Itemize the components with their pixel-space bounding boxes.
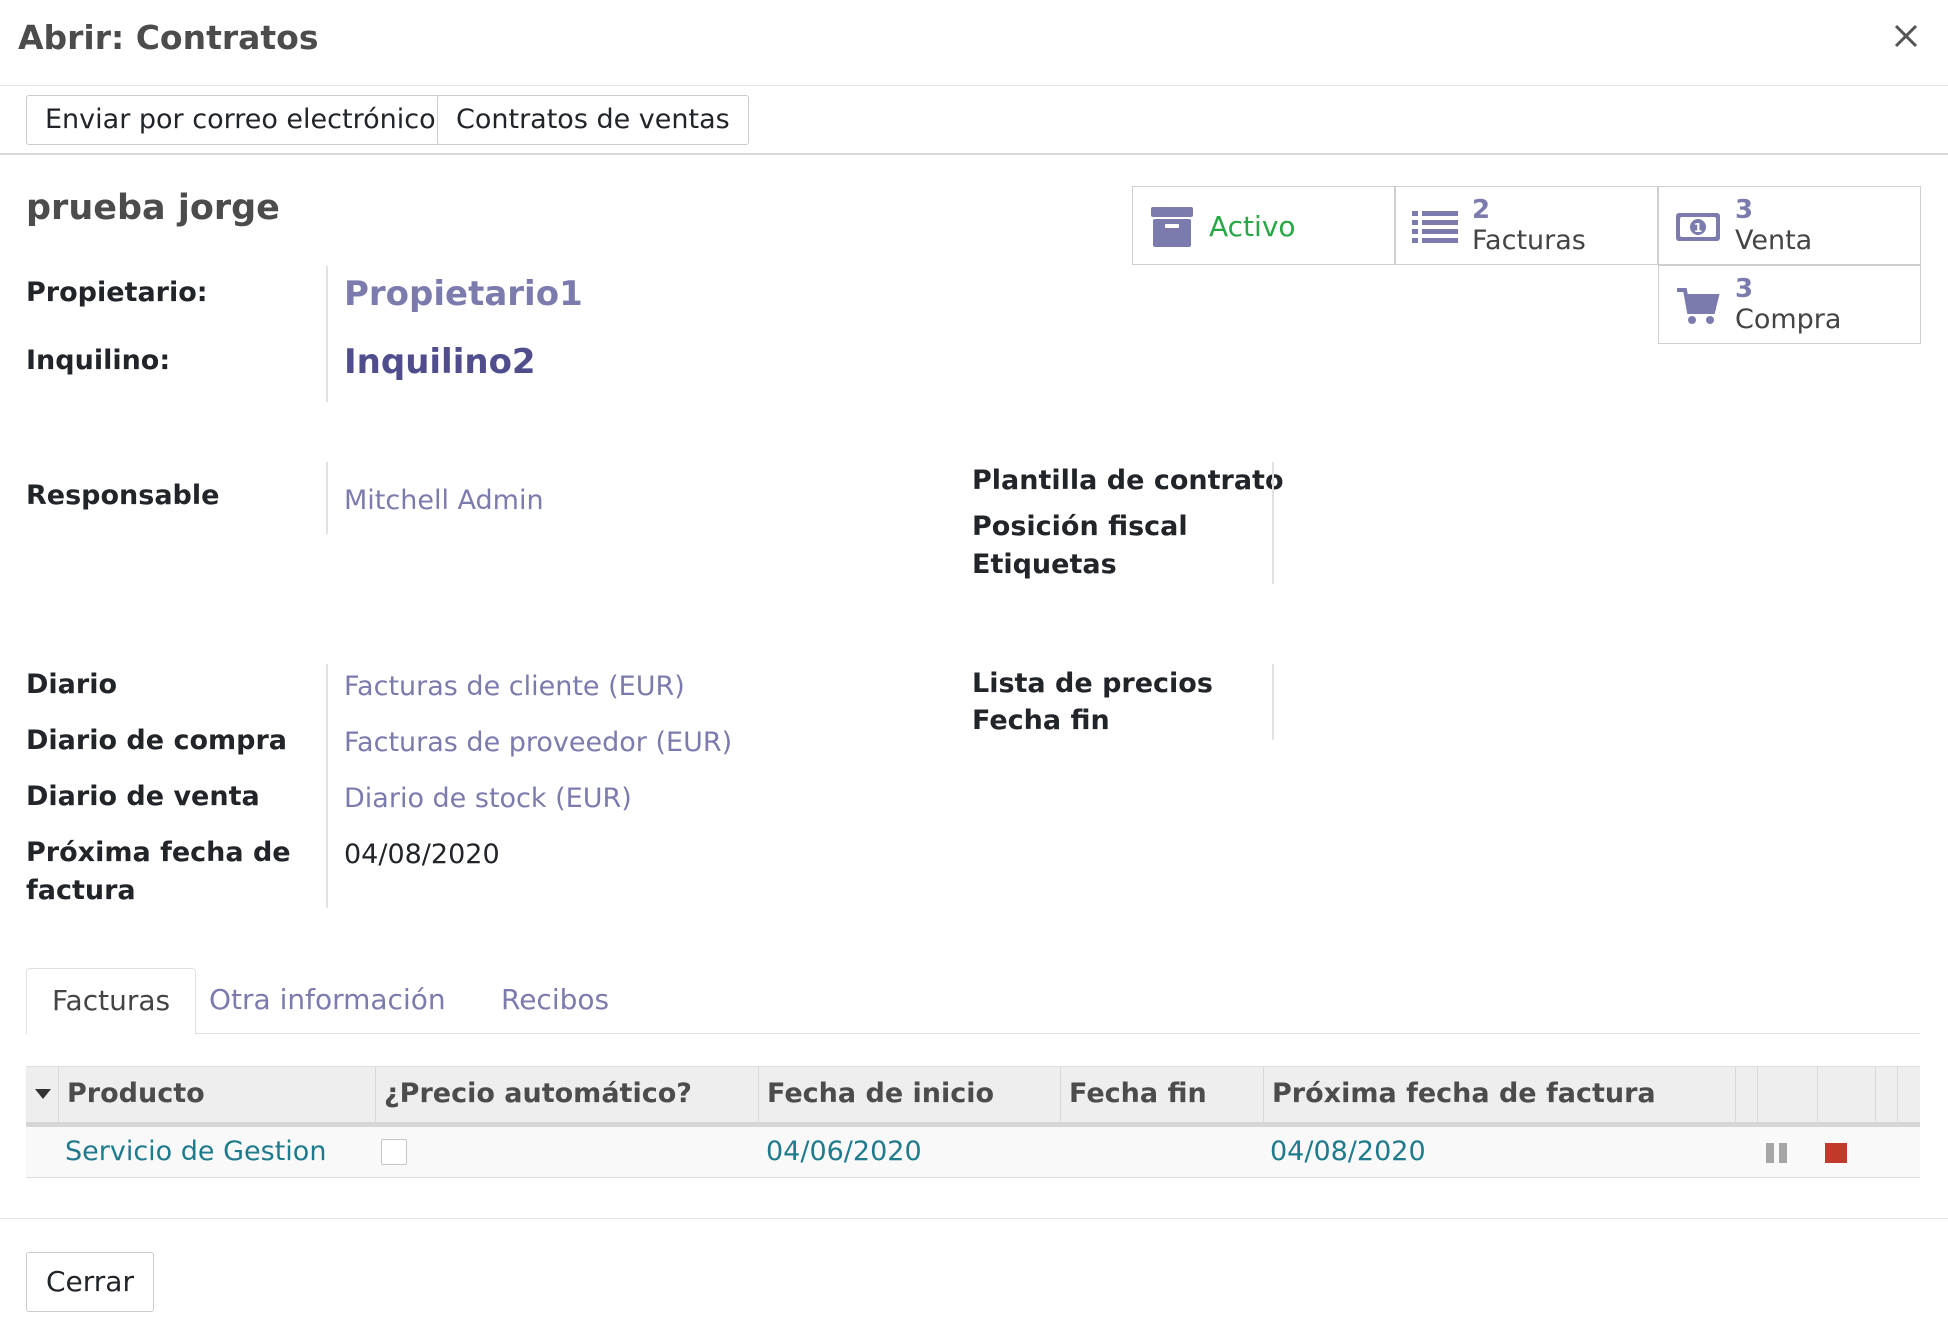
shopping-cart-icon xyxy=(1677,288,1720,324)
next-invoice-date-label: Próxima fecha de factura xyxy=(26,834,291,910)
row-product[interactable]: Servicio de Gestion xyxy=(65,1127,326,1178)
close-icon[interactable] xyxy=(1886,16,1926,56)
dialog-title: Abrir: Contratos xyxy=(18,18,319,57)
field-divider xyxy=(326,664,328,908)
auto-price-checkbox[interactable] xyxy=(381,1139,407,1165)
list-icon xyxy=(1412,211,1458,243)
column-header-producto[interactable]: Producto xyxy=(58,1067,405,1123)
sale-contracts-button[interactable]: Contratos de ventas xyxy=(437,95,749,145)
close-button[interactable]: Cerrar xyxy=(26,1252,154,1312)
tab-facturas[interactable]: Facturas xyxy=(26,968,197,1035)
owner-label: Propietario: xyxy=(26,277,208,308)
row-start-date: 04/06/2020 xyxy=(766,1136,922,1167)
next-invoice-date-label-line1: Próxima fecha de xyxy=(26,837,291,868)
sale-journal-link[interactable]: Diario de stock (EUR) xyxy=(344,780,632,818)
journal-label: Diario xyxy=(26,669,118,700)
sale-count: 3 xyxy=(1735,195,1754,225)
end-date-label: Fecha fin xyxy=(972,705,1110,736)
status-bar: Enviar por correo electrónico Contratos … xyxy=(0,86,1948,155)
field-divider xyxy=(1272,664,1274,740)
notebook-tabs: Facturas Otra información Recibos xyxy=(26,968,1920,1035)
column-header-fecha-inicio[interactable]: Fecha de inicio xyxy=(758,1067,1060,1123)
tenant-label: Inquilino: xyxy=(26,345,171,376)
next-invoice-date-label-line2: factura xyxy=(26,875,136,906)
tags-label: Etiquetas xyxy=(972,549,1117,580)
column-header-stop xyxy=(1817,1067,1875,1123)
dialog-header: Abrir: Contratos xyxy=(0,0,1948,86)
column-header-extra xyxy=(1875,1067,1897,1123)
sale-smart-button[interactable]: 1 3 Venta xyxy=(1658,186,1921,265)
pause-icon[interactable] xyxy=(1764,1141,1790,1165)
column-header-spacer xyxy=(1735,1067,1757,1123)
purchase-journal-label: Diario de compra xyxy=(26,725,287,756)
column-header-precio-automatico[interactable]: ¿Precio automático? xyxy=(375,1067,758,1123)
money-icon: 1 xyxy=(1676,213,1720,241)
column-header-fecha-fin[interactable]: Fecha fin xyxy=(1060,1067,1263,1123)
archive-icon xyxy=(1151,207,1193,247)
tab-recibos[interactable]: Recibos xyxy=(476,968,634,1034)
caret-down-icon[interactable] xyxy=(34,1087,52,1101)
sale-label: Venta xyxy=(1735,225,1813,256)
purchase-count: 3 xyxy=(1735,274,1754,304)
smart-button-box: Activo 2 Facturas 1 3 Venta 3 Compra xyxy=(1132,186,1921,344)
column-header-proxima-fecha[interactable]: Próxima fecha de factura xyxy=(1263,1067,1735,1123)
column-header-trash xyxy=(1897,1067,1920,1123)
purchase-smart-button[interactable]: 3 Compra xyxy=(1658,265,1921,344)
purchase-label: Compra xyxy=(1735,304,1842,335)
stop-icon[interactable] xyxy=(1824,1141,1848,1165)
field-divider xyxy=(326,266,328,402)
owner-link[interactable]: Propietario1 xyxy=(344,272,583,316)
tab-otra-informacion[interactable]: Otra información xyxy=(184,968,471,1034)
send-email-button[interactable]: Enviar por correo electrónico xyxy=(26,95,455,145)
purchase-journal-link[interactable]: Facturas de proveedor (EUR) xyxy=(344,724,732,762)
tenant-link[interactable]: Inquilino2 xyxy=(344,340,536,384)
invoices-label: Facturas xyxy=(1472,225,1586,256)
responsible-label: Responsable xyxy=(26,480,220,511)
table-row[interactable]: Servicio de Gestion 04/06/2020 04/08/202… xyxy=(26,1127,1920,1178)
table-header: Producto ¿Precio automático? Fecha de in… xyxy=(26,1066,1920,1123)
pricelist-label: Lista de precios xyxy=(972,668,1213,699)
column-header-pause xyxy=(1757,1067,1817,1123)
active-label: Activo xyxy=(1209,210,1296,243)
next-invoice-date-value: 04/08/2020 xyxy=(344,839,500,870)
responsible-link[interactable]: Mitchell Admin xyxy=(344,482,544,520)
fiscal-position-label: Posición fiscal xyxy=(972,511,1188,542)
invoices-count: 2 xyxy=(1472,195,1491,225)
contract-template-label: Plantilla de contrato xyxy=(972,465,1284,496)
active-toggle-button[interactable]: Activo xyxy=(1132,186,1395,265)
svg-text:1: 1 xyxy=(1694,221,1702,235)
field-divider xyxy=(326,462,328,534)
sale-journal-label: Diario de venta xyxy=(26,781,260,812)
invoices-smart-button[interactable]: 2 Facturas xyxy=(1395,186,1658,265)
journal-link[interactable]: Facturas de cliente (EUR) xyxy=(344,668,685,706)
row-next-invoice-date: 04/08/2020 xyxy=(1270,1136,1426,1167)
field-divider xyxy=(1272,462,1274,584)
dialog-footer: Cerrar xyxy=(0,1218,1948,1340)
record-title: prueba jorge xyxy=(26,188,280,228)
